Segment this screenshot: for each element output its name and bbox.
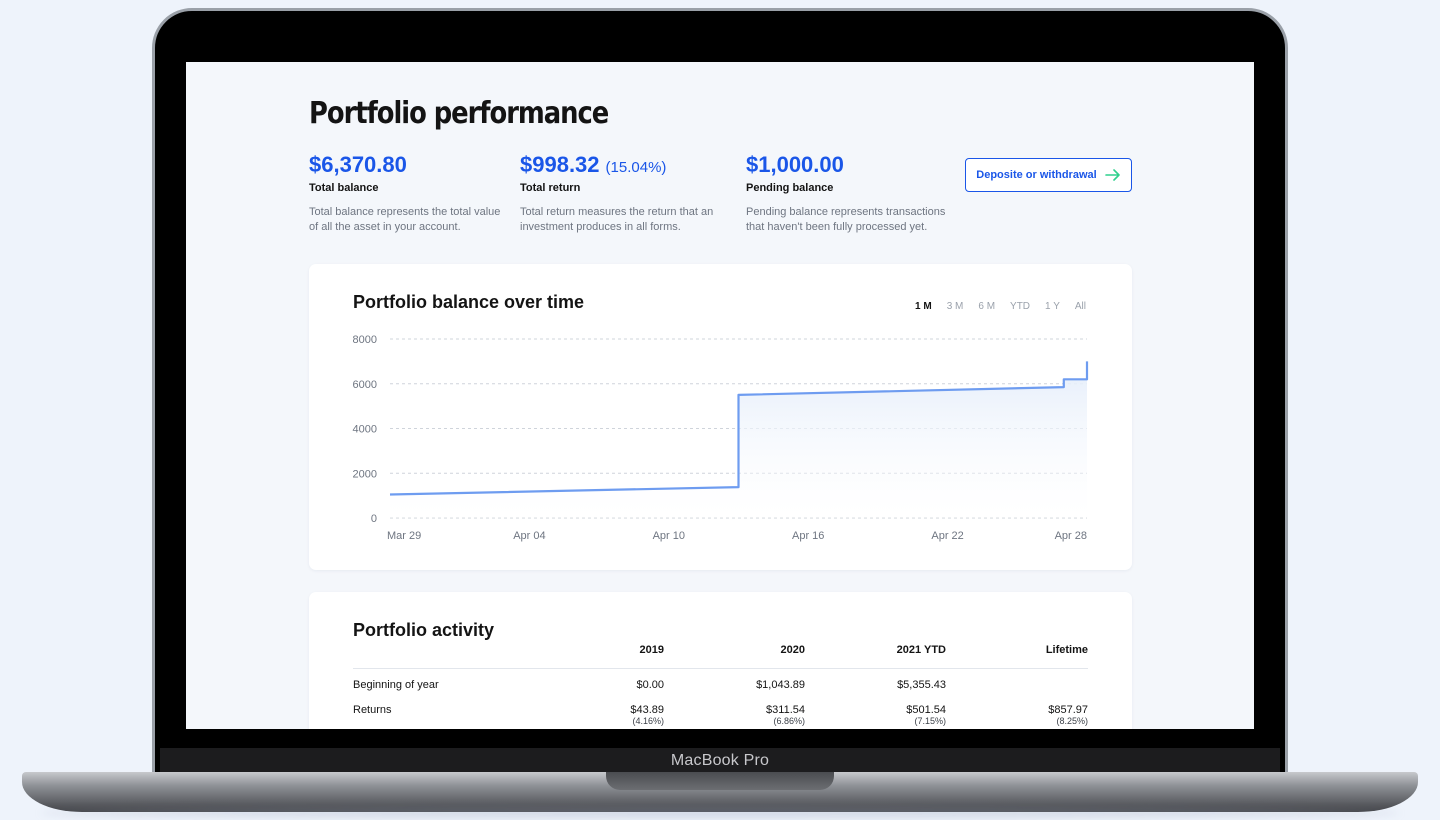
y-tick-label: 0 [371, 513, 377, 525]
laptop-bezel: MacBook Pro [160, 748, 1280, 774]
table-row: Beginning of year $0.00 $1,043.89 $5,355… [353, 679, 1088, 704]
column-header: 2019 [639, 644, 664, 656]
stat-label: Pending balance [746, 182, 834, 194]
app-screen: Portfolio performance $6,370.80 Total ba… [186, 62, 1254, 729]
table-cell: $857.97 (8.25%) [946, 704, 1088, 726]
column-header: 2020 [780, 644, 805, 656]
cell-percent: (8.25%) [1056, 716, 1088, 726]
x-tick-label: Apr 04 [513, 530, 545, 542]
stat-amount: $1,000.00 [746, 152, 844, 177]
table-row: Returns $43.89 (4.16%) $311.54 (6.86%) $50… [353, 704, 1088, 726]
table-cell: $311.54 (6.86%) [664, 704, 805, 726]
balance-chart: 8000 6000 4000 2000 0 Mar 29 Apr 04 Apr 10 Apr 1… [353, 334, 1089, 542]
cell-value: $857.97 [1048, 704, 1088, 716]
balance-chart-card: Portfolio balance over time 1 M3 M6 M YTD… [309, 264, 1132, 570]
stat-total-return: $998.32 (15.04%) Total return Total retur… [520, 152, 720, 235]
activity-table: 2019 2020 2021 YTD Lifetime Beginning of… [353, 644, 1088, 726]
row-label: Returns [353, 704, 392, 716]
x-tick-label: Apr 10 [653, 530, 685, 542]
cell-value: $501.54 [906, 704, 946, 716]
stat-amount: $6,370.80 [309, 152, 407, 177]
column-header: 2021 YTD [896, 644, 946, 656]
x-tick-label: Apr 22 [931, 530, 963, 542]
table-cell: $43.89 (4.16%) [523, 704, 664, 726]
stat-label: Total return [520, 182, 581, 194]
table-header-row: 2019 2020 2021 YTD Lifetime [353, 644, 1088, 669]
stat-pending-balance: $1,000.00 Pending balance Pending balanc… [746, 152, 946, 235]
stat-description: Total return measures the return that an… [520, 206, 714, 233]
stat-total-balance: $6,370.80 Total balance Total balance re… [309, 152, 509, 235]
y-tick-label: 8000 [353, 334, 377, 346]
laptop-notch [606, 772, 834, 790]
deposit-withdrawal-button[interactable]: Deposite or withdrawal [965, 158, 1132, 192]
deposit-withdrawal-label: Deposite or withdrawal [976, 169, 1097, 181]
stat-percent: (15.04%) [605, 159, 667, 176]
column-header: Lifetime [1045, 644, 1088, 656]
stat-value: $1,000.00 [746, 152, 946, 178]
stat-description: Total balance represents the total value… [309, 206, 501, 233]
table-cell: $5,355.43 [897, 679, 946, 691]
row-label: Beginning of year [353, 679, 439, 691]
activity-card: Portfolio activity 2019 2020 2021 YTD Li… [309, 592, 1132, 729]
activity-title: Portfolio activity [353, 620, 495, 640]
table-cell: $0.00 [636, 679, 664, 691]
stat-value: $6,370.80 [309, 152, 509, 178]
arrow-right-icon [1104, 169, 1120, 181]
cell-percent: (4.16%) [632, 716, 664, 726]
cell-percent: (7.15%) [914, 716, 946, 726]
x-tick-label: Apr 28 [1055, 530, 1087, 542]
y-tick-label: 4000 [353, 424, 377, 436]
y-tick-label: 2000 [353, 468, 377, 480]
page-title: Portfolio performance [309, 96, 609, 131]
stat-description: Pending balance represents transactions … [746, 206, 946, 233]
column-header [353, 644, 523, 668]
cell-value: $43.89 [630, 704, 664, 716]
table-cell: $1,043.89 [756, 679, 805, 691]
laptop-shadow [40, 808, 1400, 818]
table-cell: $501.54 (7.15%) [805, 704, 946, 726]
stat-label: Total balance [309, 182, 379, 194]
x-tick-label: Apr 16 [792, 530, 824, 542]
cell-percent: (6.86%) [773, 716, 805, 726]
x-tick-label: Mar 29 [387, 530, 421, 542]
cell-value: $311.54 [766, 704, 805, 716]
stat-value: $998.32 (15.04%) [520, 152, 720, 178]
stat-amount: $998.32 [520, 152, 600, 177]
y-tick-label: 6000 [353, 379, 377, 391]
device-label: MacBook Pro [670, 752, 770, 769]
table-cell [946, 679, 1088, 704]
